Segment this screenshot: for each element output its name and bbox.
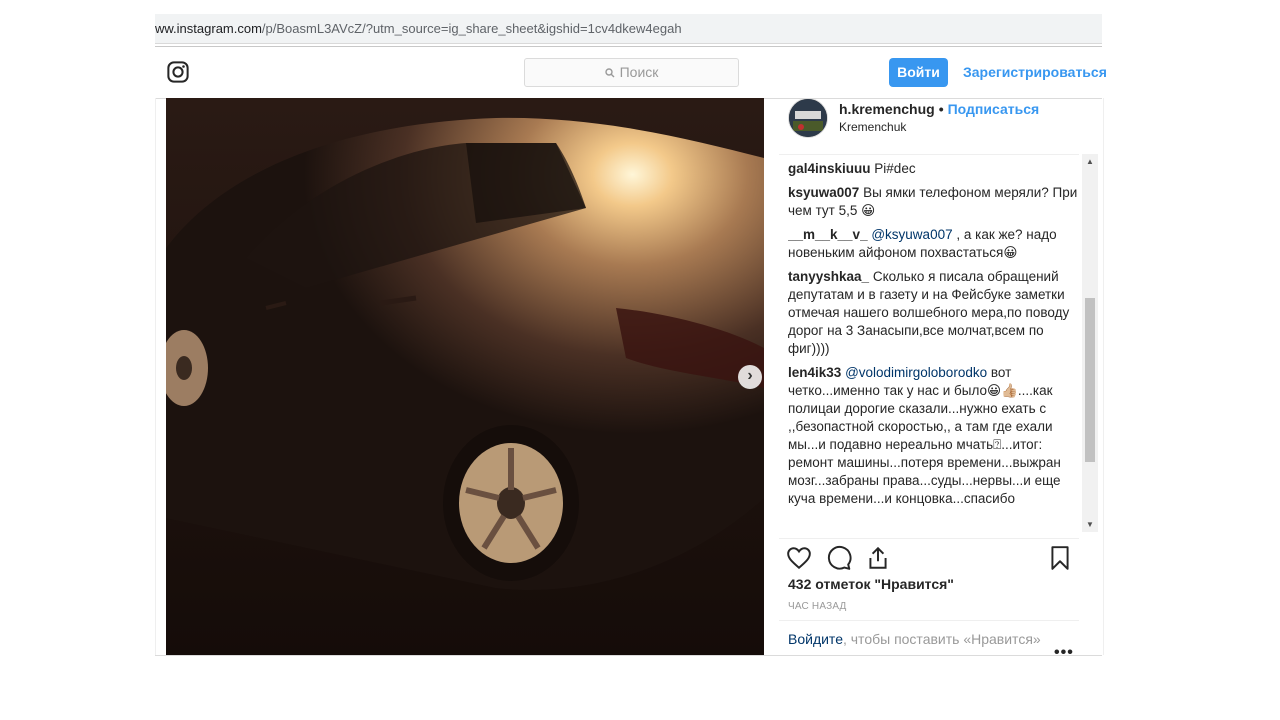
- comment-item: len4ik33 @volodimirgoloborodko вот четко…: [788, 364, 1078, 508]
- search-placeholder: Поиск: [619, 64, 659, 80]
- post-location[interactable]: Kremenchuk: [839, 120, 906, 134]
- comment-username[interactable]: ksyuwa007: [788, 185, 859, 200]
- car-photo[interactable]: ›: [166, 98, 764, 655]
- scrollbar-thumb[interactable]: [1085, 298, 1095, 462]
- comment-mention[interactable]: @volodimirgoloborodko: [845, 365, 987, 380]
- address-bar[interactable]: ww.instagram.com/p/BoasmL3AVcZ/?utm_sour…: [155, 14, 1102, 44]
- login-prompt: Войдите, чтобы поставить «Нравится» •••: [779, 620, 1079, 661]
- comment-mention[interactable]: @ksyuwa007: [871, 227, 952, 242]
- login-link[interactable]: Войдите: [788, 631, 843, 647]
- comment-item: ksyuwa007 Вы ямки телефоном меряли? При …: [788, 184, 1078, 220]
- comment-username[interactable]: gal4inskiuuu: [788, 161, 871, 176]
- url-path: /p/BoasmL3AVcZ/?utm_source=ig_share_shee…: [261, 21, 682, 36]
- post-author: h.kremenchug • Подписаться Kremenchuk: [779, 98, 1079, 155]
- comment-text: Pi#dec: [874, 161, 916, 176]
- author-username[interactable]: h.kremenchug: [839, 101, 935, 117]
- search-icon: [604, 68, 615, 78]
- post-actions: [779, 538, 1079, 571]
- car-image: [166, 98, 764, 655]
- url-host: ww.instagram.com: [155, 21, 262, 36]
- comment-username[interactable]: len4ik33: [788, 365, 841, 380]
- site-header: Поиск Войти Зарегистрироваться: [155, 47, 1107, 99]
- scroll-up-icon[interactable]: ▲: [1086, 157, 1094, 166]
- comment-item: tanyyshkaa_ Сколько я писала обращений д…: [788, 268, 1078, 358]
- search-input[interactable]: Поиск: [524, 58, 739, 87]
- post-container: › h.kremenchug • Подписаться Kremenchuk ga…: [155, 98, 1104, 661]
- share-icon[interactable]: [865, 545, 891, 571]
- comment-text: вот четко...именно так у нас и было😀👍🏼..…: [788, 365, 1061, 506]
- scroll-down-icon[interactable]: ▼: [1086, 520, 1094, 529]
- login-button[interactable]: Войти: [889, 58, 948, 87]
- comments-scrollbar[interactable]: ▲ ▼: [1082, 154, 1098, 532]
- login-prompt-text: , чтобы поставить «Нравится»: [842, 631, 1041, 647]
- comment-username[interactable]: tanyyshkaa_: [788, 269, 869, 284]
- comment-item: gal4inskiuuu Pi#dec: [788, 160, 1078, 178]
- separator-dot: •: [938, 101, 944, 117]
- instagram-icon[interactable]: [167, 61, 189, 83]
- heart-icon[interactable]: [786, 545, 812, 571]
- comments-list[interactable]: gal4inskiuuu Pi#dec ksyuwa007 Вы ямки те…: [788, 160, 1078, 532]
- register-link[interactable]: Зарегистрироваться: [963, 64, 1107, 80]
- follow-button[interactable]: Подписаться: [948, 101, 1040, 117]
- comment-item: __m__k__v_ @ksyuwa007 , а как же? надо н…: [788, 226, 1078, 262]
- comment-username[interactable]: __m__k__v_: [788, 227, 868, 242]
- more-options-icon[interactable]: •••: [1054, 644, 1074, 662]
- next-photo-button[interactable]: ›: [738, 365, 762, 389]
- bookmark-icon[interactable]: [1047, 545, 1073, 571]
- comment-icon[interactable]: [826, 545, 852, 571]
- post-timestamp[interactable]: час назад: [788, 601, 847, 612]
- divider: [155, 655, 1102, 656]
- post-sidebar: h.kremenchug • Подписаться Kremenchuk gal4…: [779, 98, 1103, 661]
- avatar[interactable]: [788, 98, 828, 138]
- likes-count[interactable]: 432 отметок "Нравится": [788, 576, 954, 592]
